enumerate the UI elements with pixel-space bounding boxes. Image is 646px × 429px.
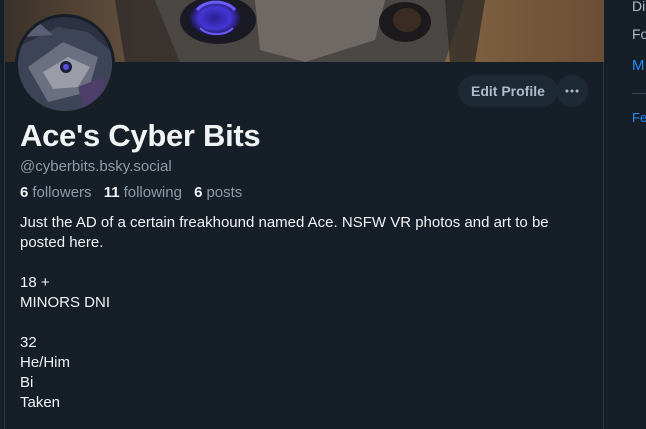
- bio-line: MINORS DNI: [20, 294, 110, 311]
- bio-line: [20, 313, 590, 333]
- right-sidebar: Di Fo M Fe: [605, 0, 646, 429]
- bio-line: 32: [20, 334, 37, 351]
- followers-count: 6: [20, 184, 29, 201]
- posts-label: posts: [206, 184, 243, 201]
- profile-avatar[interactable]: [15, 14, 115, 114]
- sidebar-item-feedback[interactable]: Fe: [632, 110, 646, 125]
- following-stat[interactable]: 11 following: [104, 184, 182, 201]
- more-options-button[interactable]: [556, 75, 588, 107]
- avatar-image: [18, 17, 112, 111]
- bio-line: 18 +: [20, 274, 50, 291]
- profile-stats: 6 followers 11 following 6 posts: [20, 184, 250, 201]
- bio-line: [20, 253, 590, 273]
- followers-label: followers: [32, 184, 92, 201]
- following-count: 11: [103, 184, 120, 201]
- posts-count: 6: [194, 184, 203, 201]
- profile-bio: Just the AD of a certain freakhound name…: [20, 213, 590, 413]
- following-label: following: [123, 184, 182, 201]
- bio-line: Bi: [20, 374, 34, 391]
- profile-handle: @cyberbits.bsky.social: [20, 158, 172, 175]
- sidebar-item-following[interactable]: Fo: [632, 26, 646, 42]
- sidebar-item-discover[interactable]: Di: [632, 0, 645, 14]
- ellipsis-icon: [565, 89, 579, 93]
- profile-page: Edit Profile Ace's Cyber Bits @cyberbits…: [0, 0, 646, 429]
- posts-stat: 6 posts: [194, 184, 242, 201]
- bio-line: Taken: [20, 394, 61, 411]
- sidebar-divider: [632, 93, 646, 94]
- bio-line: posted here.: [20, 234, 104, 251]
- profile-display-name: Ace's Cyber Bits: [20, 118, 261, 153]
- edit-profile-button[interactable]: Edit Profile: [458, 75, 558, 107]
- sidebar-item-more-feeds[interactable]: M: [632, 57, 645, 74]
- profile-column: Edit Profile Ace's Cyber Bits @cyberbits…: [4, 0, 604, 429]
- followers-stat[interactable]: 6 followers: [20, 184, 92, 201]
- bio-line: Just the AD of a certain freakhound name…: [20, 214, 549, 231]
- bio-line: He/Him: [20, 354, 71, 371]
